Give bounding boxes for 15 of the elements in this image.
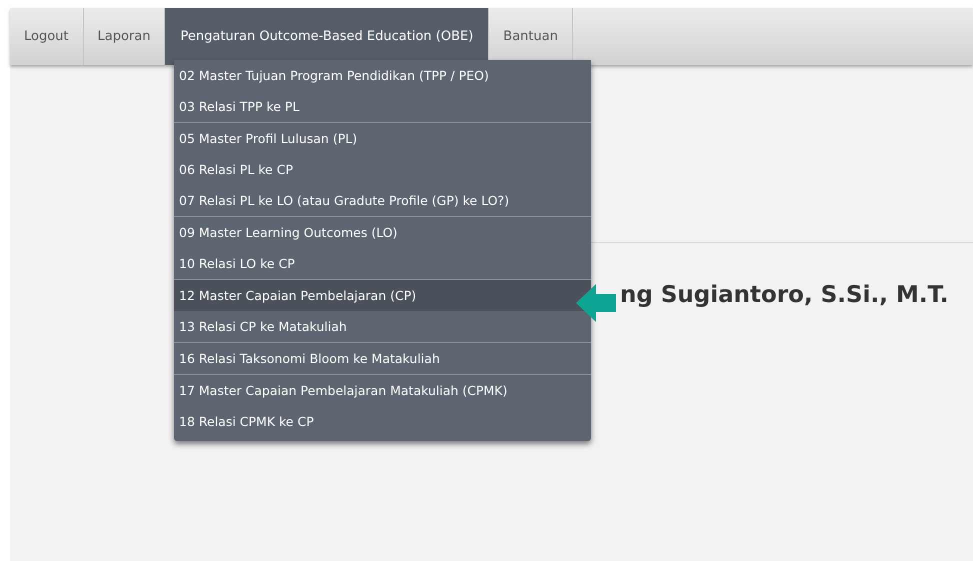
menu-item[interactable]: 09 Master Learning Outcomes (LO) <box>174 217 591 248</box>
menu-item[interactable]: 12 Master Capaian Pembelajaran (CP) <box>174 280 591 311</box>
menu-item[interactable]: 17 Master Capaian Pembelajaran Matakuliah (CPMK) <box>174 375 591 406</box>
menu-item[interactable]: 18 Relasi CPMK ke CP <box>174 406 591 437</box>
menu-item[interactable]: 16 Relasi Taksonomi Bloom ke Matakuliah <box>174 343 591 374</box>
nav-tab[interactable]: Logout <box>10 8 84 65</box>
nav-tab[interactable]: Pengaturan Outcome-Based Education (OBE) <box>165 8 490 65</box>
arrow-icon <box>576 284 616 322</box>
menu-item[interactable]: 07 Relasi PL ke LO (atau Gradute Profile (GP) ke LO?) <box>174 185 591 216</box>
menu-item[interactable]: 13 Relasi CP ke Matakuliah <box>174 311 591 342</box>
menu-item[interactable]: 03 Relasi TPP ke PL <box>174 91 591 122</box>
page-heading: ng Sugiantoro, S.Si., M.T. <box>620 281 949 310</box>
menu-item[interactable]: 10 Relasi LO ke CP <box>174 248 591 279</box>
menu-item[interactable]: 05 Master Profil Lulusan (PL) <box>174 123 591 154</box>
menu-item[interactable]: 06 Relasi PL ke CP <box>174 154 591 185</box>
